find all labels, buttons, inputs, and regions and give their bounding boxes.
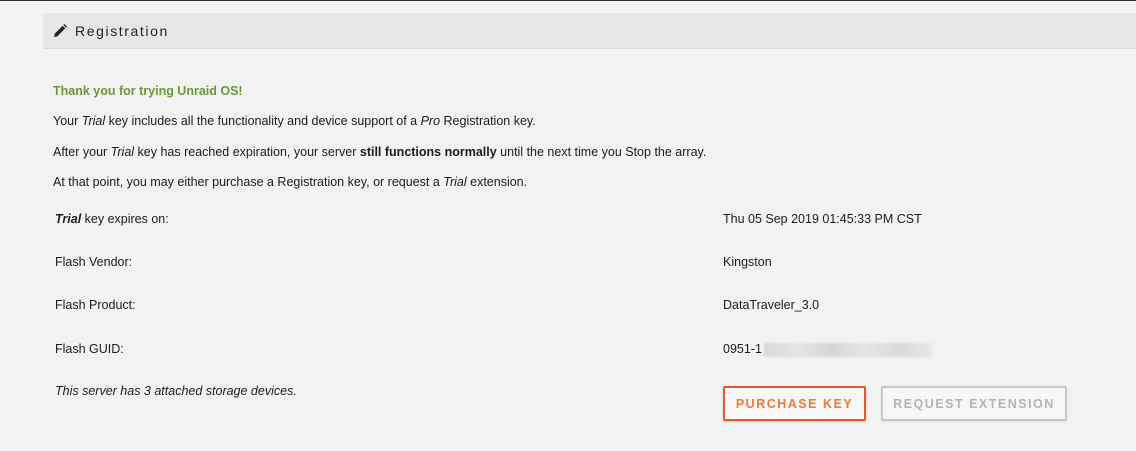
flash-vendor-label: Flash Vendor:: [55, 255, 133, 269]
flash-guid-value: 0951-1: [723, 342, 762, 356]
options-info-line: At that point, you may either purchase a…: [53, 175, 527, 189]
text-fragment: extension.: [466, 175, 528, 189]
text-fragment: until the next time you: [496, 145, 626, 159]
text-fragment: At that point, you may either purchase a…: [53, 175, 444, 189]
trial-emphasis: Trial: [443, 175, 467, 189]
functions-normally-emphasis: still functions normally: [359, 145, 497, 159]
thanks-message: Thank you for trying Unraid OS!: [53, 84, 243, 98]
trial-emphasis: Trial: [81, 114, 106, 128]
text-fragment: Your: [53, 114, 82, 128]
text-fragment: After your: [53, 145, 111, 159]
text-fragment: key has reached expiration, your server: [134, 145, 360, 159]
purchase-key-button[interactable]: PURCHASE KEY: [723, 386, 866, 421]
trial-info-line: Your Trial key includes all the function…: [53, 114, 536, 128]
top-divider: [0, 0, 1136, 1]
pro-emphasis: Pro: [420, 114, 441, 128]
trial-emphasis: Trial: [110, 145, 135, 159]
page-title: Registration: [75, 23, 169, 39]
flash-product-value: DataTraveler_3.0: [723, 298, 820, 312]
guid-redaction: [764, 343, 932, 357]
text-fragment: key expires on:: [81, 212, 169, 226]
text-fragment: key includes all the functionality and d…: [105, 114, 421, 128]
text-fragment: the array.: [650, 145, 707, 159]
trial-emphasis: Trial: [55, 212, 82, 226]
expires-value: Thu 05 Sep 2019 01:45:33 PM CST: [723, 212, 922, 226]
expires-label: Trial key expires on:: [55, 212, 169, 226]
request-extension-button[interactable]: REQUEST EXTENSION: [881, 386, 1067, 421]
flash-guid-label: Flash GUID:: [55, 342, 124, 356]
stop-term: Stop: [625, 145, 651, 159]
pencil-icon: [54, 24, 67, 37]
flash-product-label: Flash Product:: [55, 298, 136, 312]
flash-vendor-value: Kingston: [723, 255, 772, 269]
expiration-info-line: After your Trial key has reached expirat…: [53, 145, 706, 159]
registration-header: Registration: [43, 13, 1136, 49]
text-fragment: Registration key.: [440, 114, 536, 128]
storage-devices-note: This server has 3 attached storage devic…: [55, 384, 297, 398]
